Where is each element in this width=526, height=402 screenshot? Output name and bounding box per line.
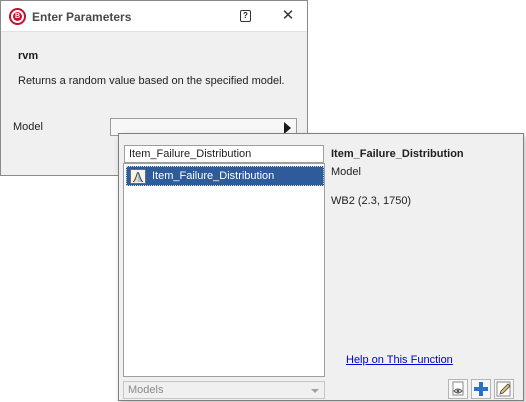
detail-title: Item_Failure_Distribution bbox=[331, 148, 464, 160]
add-button[interactable] bbox=[471, 379, 491, 399]
list-item-label: Item_Failure_Distribution bbox=[152, 170, 275, 182]
help-on-function-link[interactable]: Help on This Function bbox=[346, 354, 453, 366]
function-name: rvm bbox=[18, 50, 39, 62]
model-list[interactable]: Item_Failure_Distribution bbox=[123, 163, 325, 377]
add-icon bbox=[474, 382, 488, 396]
model-picker-popup: Item_Failure_Distribution Item_Failure_D… bbox=[118, 133, 524, 401]
detail-value: WB2 (2.3, 1750) bbox=[331, 195, 412, 207]
chevron-down-icon bbox=[311, 389, 319, 393]
detail-type: Model bbox=[331, 166, 361, 178]
app-logo-icon: B bbox=[9, 8, 26, 25]
distribution-icon bbox=[130, 169, 146, 184]
view-model-button[interactable] bbox=[448, 379, 468, 399]
model-label: Model bbox=[13, 121, 43, 133]
function-description: Returns a random value based on the spec… bbox=[18, 75, 285, 87]
models-dropdown[interactable]: Models bbox=[123, 381, 325, 399]
close-icon[interactable]: ✕ bbox=[280, 7, 296, 25]
edit-button[interactable] bbox=[494, 379, 514, 399]
dialog-title: Enter Parameters bbox=[32, 10, 132, 24]
model-search-input[interactable]: Item_Failure_Distribution bbox=[124, 145, 324, 163]
view-model-icon bbox=[452, 381, 464, 396]
app-logo-letter: B bbox=[13, 12, 22, 21]
help-icon[interactable]: ? bbox=[240, 10, 251, 22]
list-item[interactable]: Item_Failure_Distribution bbox=[126, 166, 324, 186]
dialog-titlebar: B Enter Parameters ? ✕ bbox=[1, 1, 307, 32]
models-dropdown-label: Models bbox=[128, 384, 164, 396]
edit-icon bbox=[496, 381, 511, 397]
